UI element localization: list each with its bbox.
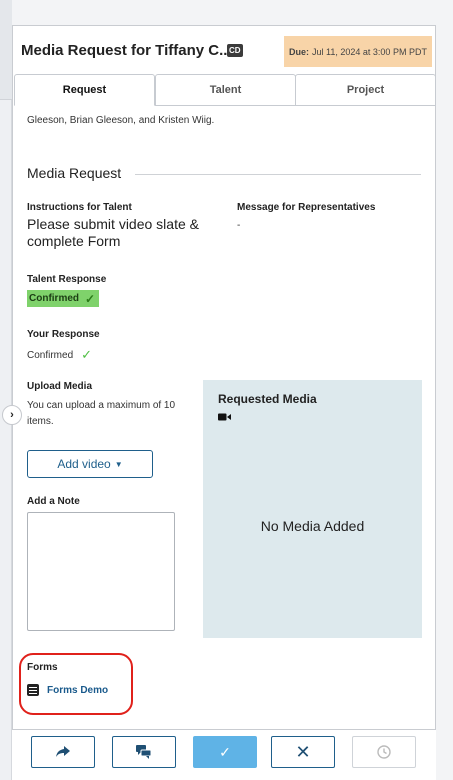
message-button[interactable] xyxy=(112,736,176,768)
chat-bubbles-icon xyxy=(136,745,152,759)
section-divider xyxy=(135,174,421,175)
add-video-label: Add video xyxy=(57,457,111,471)
panel-header: Media Request for Tiffany C... CD Due: J… xyxy=(21,36,432,67)
note-textarea[interactable] xyxy=(27,512,175,631)
tab-talent[interactable]: Talent xyxy=(155,74,296,106)
decline-button[interactable]: ✕ xyxy=(271,736,335,768)
cd-badge: CD xyxy=(227,44,243,57)
due-value: Jul 11, 2024 at 3:00 PM PDT xyxy=(312,46,427,57)
check-icon: ✓ xyxy=(81,347,93,362)
your-response: Confirmed ✓ xyxy=(27,347,92,363)
due-label: Due: xyxy=(289,46,310,57)
requested-media-box: Requested Media No Media Added xyxy=(203,380,422,638)
your-response-value: Confirmed xyxy=(27,349,74,361)
video-camera-icon xyxy=(218,413,231,421)
background-list-item xyxy=(0,0,12,100)
clock-icon xyxy=(377,745,391,759)
no-media-text: No Media Added xyxy=(260,518,365,534)
tab-bar: Request Talent Project xyxy=(14,74,436,106)
approve-button[interactable]: ✓ xyxy=(193,736,257,768)
requested-media-title: Requested Media xyxy=(218,392,317,406)
tab-request[interactable]: Request xyxy=(14,74,155,106)
expand-panel-button[interactable]: › xyxy=(2,405,22,425)
check-icon: ✓ xyxy=(219,743,231,760)
background-list-strip xyxy=(0,0,12,780)
highlight-ring xyxy=(19,653,133,715)
action-footer: ✓ ✕ xyxy=(12,729,436,780)
section-title: Media Request xyxy=(27,165,132,181)
upload-help-text: You can upload a maximum of 10 items. xyxy=(27,400,176,427)
your-response-label: Your Response xyxy=(27,329,100,340)
talent-response-label: Talent Response xyxy=(27,274,107,285)
talent-response-badge: Confirmed ✓ xyxy=(27,290,100,307)
chevron-right-icon: › xyxy=(10,409,14,421)
tab-project[interactable]: Project xyxy=(295,74,436,106)
x-icon: ✕ xyxy=(295,741,311,762)
due-date-badge: Due: Jul 11, 2024 at 3:00 PM PDT xyxy=(284,36,432,67)
share-button[interactable] xyxy=(31,736,95,768)
share-arrow-icon xyxy=(56,746,70,757)
page-title: Media Request for Tiffany C... xyxy=(21,42,232,59)
media-request-panel: Media Request for Tiffany C... CD Due: J… xyxy=(12,25,436,780)
history-button[interactable] xyxy=(352,736,416,768)
upload-media-label: Upload Media xyxy=(27,381,93,392)
add-note-label: Add a Note xyxy=(27,496,80,507)
message-label: Message for Representatives xyxy=(237,202,376,213)
instructions-label: Instructions for Talent xyxy=(27,202,132,213)
talent-response-value: Confirmed xyxy=(29,293,79,304)
add-video-button[interactable]: Add video ▼ xyxy=(27,450,153,478)
instructions-value: Please submit video slate & complete For… xyxy=(27,216,199,249)
chevron-down-icon: ▼ xyxy=(114,459,123,469)
check-icon: ✓ xyxy=(85,291,96,306)
section-header: Media Request xyxy=(27,165,421,183)
intro-text: Gleeson, Brian Gleeson, and Kristen Wiig… xyxy=(27,115,215,126)
message-value: - xyxy=(237,220,241,231)
